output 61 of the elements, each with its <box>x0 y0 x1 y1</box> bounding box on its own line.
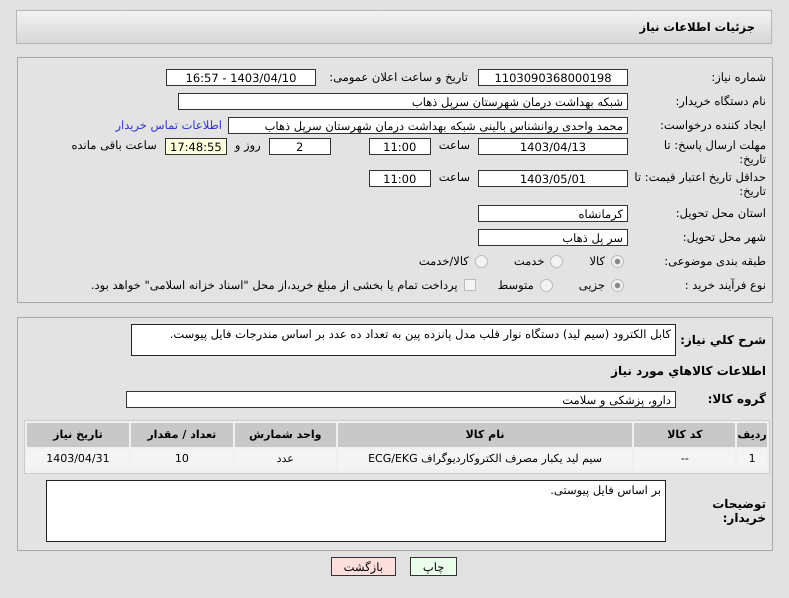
city-field: سر پل ذهاب <box>478 228 628 246</box>
goods-group-field: دارو، پزشکی و سلامت <box>126 390 676 408</box>
radio-label: کالا <box>589 254 605 268</box>
field-label: طبقه بندی موضوعی: <box>663 254 766 268</box>
checkbox[interactable] <box>464 279 476 291</box>
radio-label: خدمت <box>514 254 544 268</box>
remaining-time-field: 17:48:55 <box>164 138 227 155</box>
radio-button[interactable] <box>540 278 553 292</box>
field-label: مهلت ارسال پاسخ: تا تاریخ: <box>662 138 766 166</box>
table-cell: 10 <box>130 449 233 469</box>
radio-label: متوسط <box>498 278 534 292</box>
field-label: حداقل تاریخ اعتبار قیمت: تا تاریخ: <box>633 170 766 198</box>
radio-label: جزیی <box>578 278 605 292</box>
column-header: واحد شمارش <box>234 423 336 447</box>
table-cell: 1403/04/31 <box>27 449 129 469</box>
field-label: استان محل تحویل: <box>674 206 766 220</box>
field-label: تاریخ و ساعت اعلان عمومی: <box>328 70 469 84</box>
buyer-notes-box: بر اساس فایل پیوستی. <box>46 480 666 542</box>
requester-field: محمد واحدی روانشناس بالینی شبکه بهداشت درمان شهرستان سرپل ذهاب <box>228 116 628 134</box>
section-heading: اطلاعات کالاهاي مورد نياز <box>610 364 766 378</box>
date-field: 1403/04/13 <box>478 138 628 155</box>
buyer-org-field: شبکه بهداشت درمان شهرستان سرپل ذهاب <box>178 92 628 110</box>
days-field: 2 <box>268 138 331 155</box>
field-label: ساعت <box>438 170 471 184</box>
radio-button[interactable] <box>611 278 624 292</box>
field-label: توضیحات خریدار: <box>711 497 767 525</box>
column-header: ردیف <box>737 423 767 447</box>
contact-link[interactable]: اطلاعات تماس خریدار <box>115 118 228 132</box>
column-header: نام کالا <box>338 423 632 447</box>
field-label: شماره نیاز: <box>710 70 766 84</box>
column-header: تاریخ نیاز <box>27 423 129 447</box>
table-cell: سیم لید یکبار مصرف الکتروکاردیوگراف ECG/EKG <box>338 449 632 469</box>
field-label: ساعت <box>438 138 471 152</box>
back-button[interactable]: بازگشت <box>330 557 396 576</box>
radio-button[interactable] <box>550 254 564 268</box>
field-label: ایجاد کننده درخواست: <box>659 118 766 132</box>
radio-button[interactable] <box>474 254 488 268</box>
print-button[interactable]: چاپ <box>410 557 458 576</box>
table-cell: -- <box>634 449 736 469</box>
column-header: کد کالا <box>634 423 736 447</box>
checkbox-label: پرداخت تمام یا بخشی از مبلغ خرید،از محل "اسناد خزانه اسلامی" خواهد بود. <box>90 278 458 292</box>
radio-button[interactable] <box>611 254 624 268</box>
radio-label: کالا/خدمت <box>418 254 469 268</box>
time-field: 11:00 <box>368 170 431 187</box>
date-field: 1403/05/01 <box>478 170 628 187</box>
column-header: تعداد / مقدار <box>130 423 233 447</box>
announce-date-field: 1403/04/10 - 16:57 <box>166 68 316 86</box>
table-cell: 1 <box>737 449 767 469</box>
field-label: شرح کلي نياز: <box>679 333 767 347</box>
province-field: کرمانشاه <box>478 204 628 222</box>
page-title: جزئیات اطلاعات نیاز <box>639 20 755 34</box>
field-label: گروه کالا: <box>706 392 767 406</box>
field-label: نوع فرآیند خرید : <box>684 278 766 292</box>
field-label: نام دستگاه خریدار: <box>674 94 766 108</box>
description-box: کابل الکترود (سیم لید) دستگاه نوار قلب مدل پانزده پین به تعداد ده عدد بر اساس مندرجات فایل پیوست. <box>131 324 676 356</box>
time-field: 11:00 <box>368 138 431 155</box>
table-cell: عدد <box>234 449 336 469</box>
need-number-field: 1103090368000198 <box>478 68 628 86</box>
field-label: روز و <box>233 138 262 152</box>
field-label: ساعت باقی مانده <box>70 138 158 152</box>
field-label: شهر محل تحویل: <box>682 230 766 244</box>
